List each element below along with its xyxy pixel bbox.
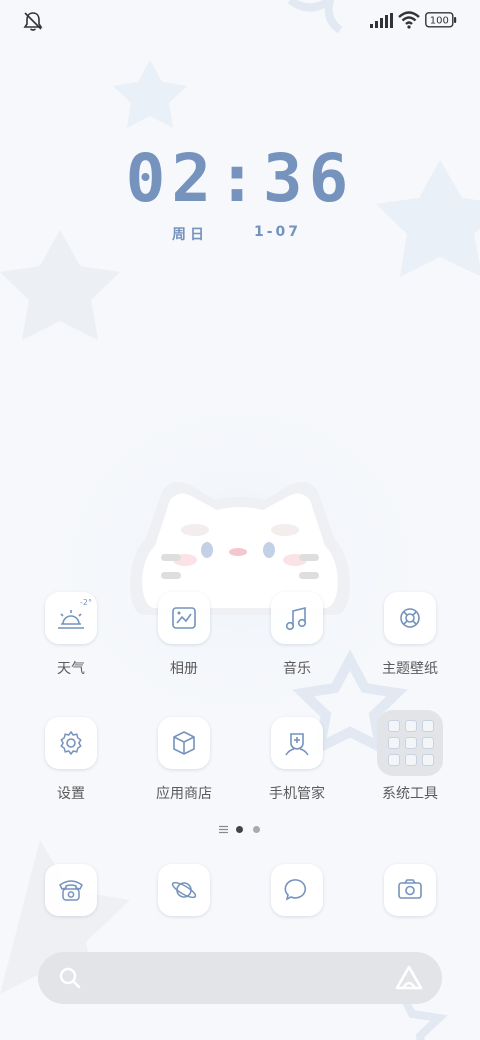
menu-lines-icon[interactable] bbox=[219, 825, 228, 834]
search-input[interactable] bbox=[94, 962, 388, 996]
app-tile[interactable] bbox=[158, 592, 210, 644]
app-label: 主题壁纸 bbox=[382, 661, 438, 677]
app-gallery[interactable]: 相册 bbox=[134, 592, 234, 702]
folder-system-tools[interactable]: 系统工具 bbox=[360, 710, 460, 827]
app-tile[interactable] bbox=[271, 592, 323, 644]
mini-app-icon bbox=[422, 754, 434, 766]
app-label: 手机管家 bbox=[269, 786, 325, 802]
app-tile[interactable] bbox=[158, 717, 210, 769]
battery-level: 100 bbox=[430, 16, 449, 27]
app-phone-manager[interactable]: 手机管家 bbox=[247, 717, 347, 827]
star-decoration bbox=[113, 60, 187, 128]
app-label: 天气 bbox=[57, 661, 85, 677]
music-note-icon bbox=[285, 606, 307, 631]
phone-manager-icon bbox=[285, 733, 309, 756]
app-tile[interactable] bbox=[384, 592, 436, 644]
phone-icon bbox=[59, 880, 83, 901]
app-music[interactable]: 音乐 bbox=[247, 592, 347, 702]
app-theme[interactable]: 主题壁纸 bbox=[360, 592, 460, 702]
mini-app-icon bbox=[388, 754, 400, 766]
app-tile[interactable]: -2° bbox=[45, 592, 97, 644]
mini-app-icon bbox=[405, 754, 417, 766]
mini-app-icon bbox=[405, 737, 417, 749]
clock-date-row: 周日 1-07 bbox=[0, 224, 480, 244]
theme-lifebuoy-icon bbox=[400, 608, 420, 628]
app-label: 音乐 bbox=[283, 661, 311, 677]
browser-planet-icon bbox=[171, 881, 197, 899]
mini-app-icon bbox=[388, 737, 400, 749]
app-weather[interactable]: -2° 天气 bbox=[21, 592, 121, 702]
gallery-icon bbox=[172, 607, 196, 629]
app-tile[interactable] bbox=[45, 717, 97, 769]
star-decoration bbox=[0, 230, 120, 340]
gear-icon bbox=[60, 730, 82, 756]
app-label: 应用商店 bbox=[156, 786, 212, 802]
camera-icon bbox=[398, 879, 422, 899]
folder-icon[interactable] bbox=[377, 710, 443, 776]
mini-app-icon bbox=[422, 737, 434, 749]
app-label: 系统工具 bbox=[382, 786, 438, 802]
app-settings[interactable]: 设置 bbox=[21, 717, 121, 827]
dock-camera[interactable] bbox=[384, 864, 436, 916]
app-store-box-icon bbox=[173, 731, 195, 755]
search-bar[interactable] bbox=[38, 952, 442, 1004]
app-store[interactable]: 应用商店 bbox=[134, 717, 234, 827]
mini-app-icon bbox=[422, 720, 434, 732]
page-dot-active[interactable] bbox=[236, 826, 243, 833]
clock-time[interactable]: 02:36 bbox=[0, 140, 480, 217]
app-label: 设置 bbox=[57, 786, 85, 802]
dock-messages[interactable] bbox=[271, 864, 323, 916]
weather-temp-badge: -2° bbox=[80, 598, 92, 607]
signal-icon bbox=[370, 13, 393, 28]
message-bubble-icon bbox=[284, 879, 307, 901]
date: 1-07 bbox=[254, 224, 302, 240]
assistant-icon[interactable] bbox=[394, 964, 424, 992]
dock-phone[interactable] bbox=[45, 864, 97, 916]
weekday: 周日 bbox=[172, 227, 208, 243]
bell-off-icon bbox=[23, 12, 43, 31]
wifi-icon bbox=[398, 11, 420, 29]
mini-app-icon bbox=[405, 720, 417, 732]
app-label: 相册 bbox=[170, 661, 198, 677]
search-icon[interactable] bbox=[58, 966, 82, 990]
battery-icon: 100 bbox=[425, 12, 457, 28]
dock-browser[interactable] bbox=[158, 864, 210, 916]
status-bar: 100 bbox=[0, 0, 480, 40]
page-indicator[interactable] bbox=[0, 824, 480, 838]
page-dot[interactable] bbox=[253, 826, 260, 833]
mini-app-icon bbox=[388, 720, 400, 732]
app-tile[interactable] bbox=[271, 717, 323, 769]
